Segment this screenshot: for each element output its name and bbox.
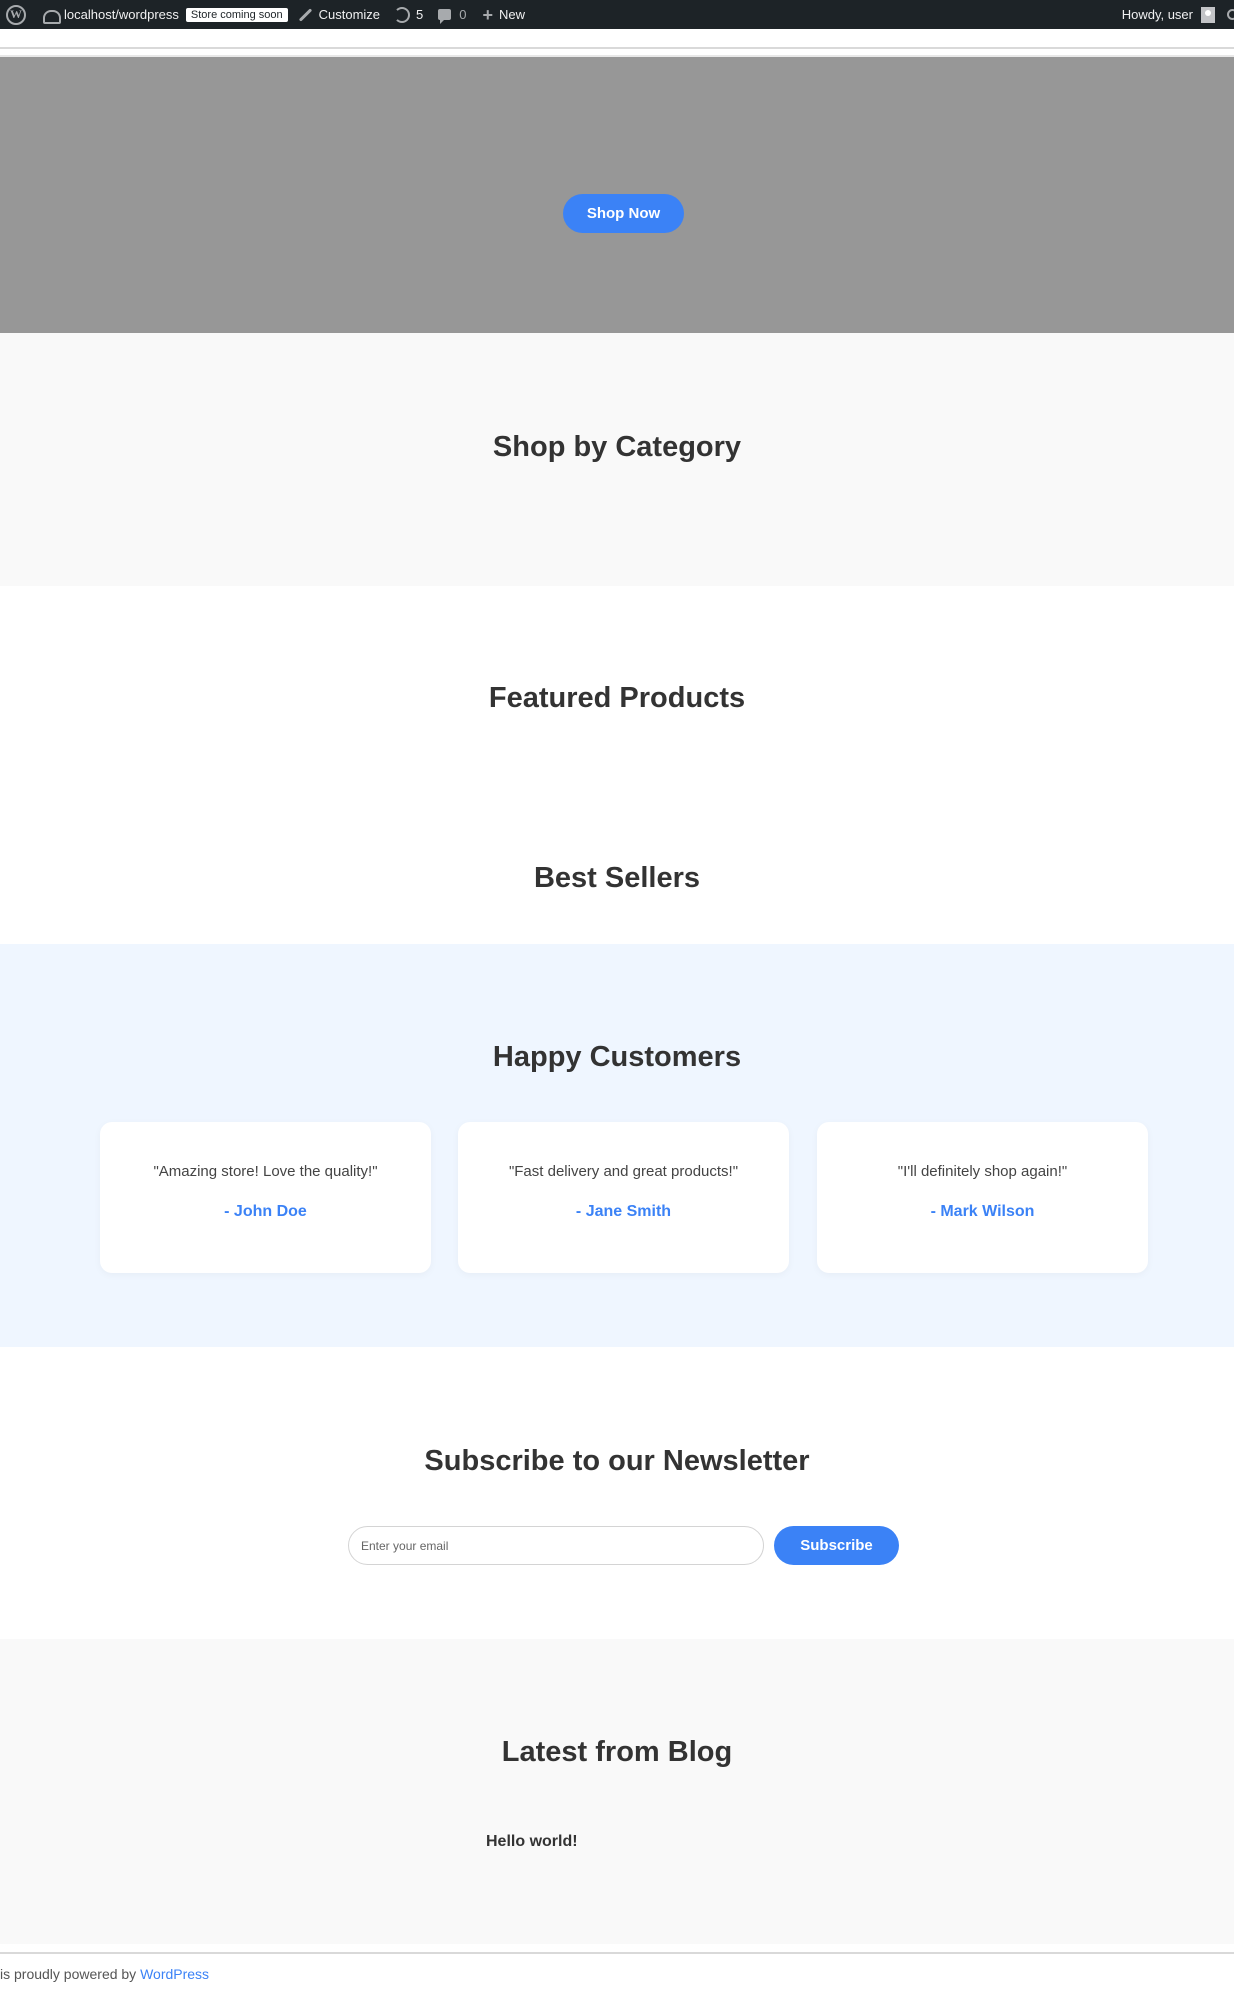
dashboard-icon xyxy=(42,8,61,24)
comment-icon xyxy=(438,9,452,24)
subscribe-button[interactable]: Subscribe xyxy=(774,1526,899,1565)
admin-bar-right: Howdy, user xyxy=(1122,0,1234,29)
updates-count: 5 xyxy=(416,7,424,22)
email-input[interactable] xyxy=(348,1526,764,1565)
bestsellers-title: Best Sellers xyxy=(533,862,701,894)
comments-count: 0 xyxy=(459,7,467,22)
site-name-label: localhost/wordpress xyxy=(64,7,179,22)
admin-bar-left: W localhost/wordpress Store coming soon … xyxy=(0,0,525,29)
customize-label: Customize xyxy=(318,7,381,22)
footer-text: is proudly powered by xyxy=(0,1966,141,1982)
account-link[interactable]: Howdy, user xyxy=(1122,0,1227,29)
store-status-badge[interactable]: Store coming soon xyxy=(185,7,288,22)
testimonial-card: "Fast delivery and great products!" - Ja… xyxy=(458,1122,789,1273)
new-content-link[interactable]: + New xyxy=(467,0,526,29)
hero-banner: Shop Now xyxy=(0,57,1234,333)
category-section: Shop by Category xyxy=(0,333,1234,586)
header-divider xyxy=(0,47,1234,49)
greeting-label: Howdy, user xyxy=(1121,7,1193,22)
new-label: New xyxy=(499,7,526,22)
brush-icon xyxy=(298,8,312,22)
newsletter-title: Subscribe to our Newsletter xyxy=(424,1445,810,1477)
customize-link[interactable]: Customize xyxy=(298,0,380,29)
site-name-link[interactable]: localhost/wordpress xyxy=(42,0,179,29)
blog-post-link[interactable]: Hello world! xyxy=(486,1833,578,1851)
testimonial-quote: "Amazing store! Love the quality!" xyxy=(153,1163,378,1180)
testimonial-author: - Mark Wilson xyxy=(930,1203,1035,1220)
updates-link[interactable]: 5 xyxy=(380,0,423,29)
plus-icon: + xyxy=(482,4,494,25)
update-icon xyxy=(394,6,411,23)
testimonial-author: - John Doe xyxy=(224,1203,307,1220)
blog-title: Latest from Blog xyxy=(501,1736,733,1768)
testimonials-section: Happy Customers "Amazing store! Love the… xyxy=(0,944,1234,1347)
testimonials-title: Happy Customers xyxy=(492,1041,742,1073)
site-footer: is proudly powered by WordPress xyxy=(0,1966,209,1982)
shop-now-button[interactable]: Shop Now xyxy=(563,194,684,233)
testimonial-quote: "Fast delivery and great products!" xyxy=(508,1163,739,1180)
avatar xyxy=(1201,6,1215,23)
blog-section: Latest from Blog Hello world! xyxy=(0,1639,1234,1944)
admin-bar: W localhost/wordpress Store coming soon … xyxy=(0,0,1234,29)
testimonial-author: - Jane Smith xyxy=(575,1203,672,1220)
testimonial-card: "Amazing store! Love the quality!" - Joh… xyxy=(100,1122,431,1273)
search-icon[interactable] xyxy=(1227,9,1234,20)
featured-section: Featured Products Best Sellers xyxy=(0,586,1234,944)
comments-link[interactable]: 0 xyxy=(423,0,467,29)
wordpress-logo-icon[interactable]: W xyxy=(6,4,26,25)
testimonial-quote: "I'll definitely shop again!" xyxy=(897,1163,1068,1180)
footer-divider xyxy=(0,1952,1234,1954)
newsletter-section: Subscribe to our Newsletter Subscribe xyxy=(0,1347,1234,1639)
wordpress-link[interactable]: WordPress xyxy=(140,1966,209,1982)
featured-title: Featured Products xyxy=(488,682,746,714)
category-title: Shop by Category xyxy=(492,431,742,463)
testimonial-card: "I'll definitely shop again!" - Mark Wil… xyxy=(817,1122,1148,1273)
